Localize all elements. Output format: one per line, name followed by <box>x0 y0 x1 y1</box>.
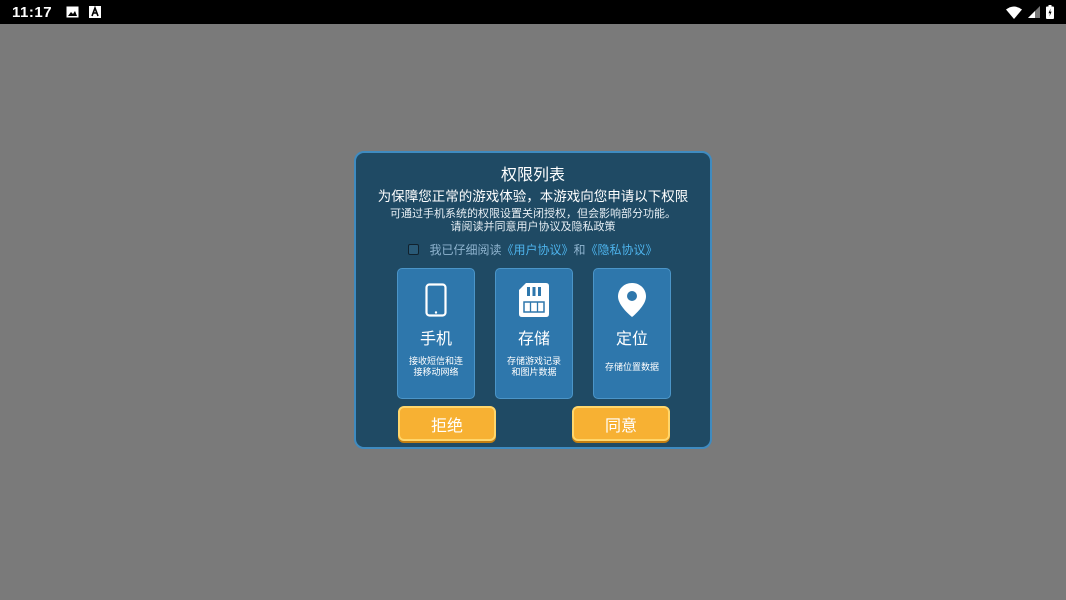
user-agreement-link[interactable]: 《用户协议》 <box>501 241 573 258</box>
permission-desc-line1: 接收短信和连 <box>408 357 463 367</box>
permission-desc: 存储游戏记录 和图片数据 <box>500 357 568 379</box>
permission-desc-line1: 存储游戏记录 <box>506 357 561 367</box>
permission-name: 定位 <box>615 329 648 348</box>
dialog-title: 权限列表 <box>500 165 565 184</box>
dialog-note: 可通过手机系统的权限设置关闭授权，但会影响部分功能。 请阅读并同意用户协议及隐私… <box>356 207 710 233</box>
location-pin-icon <box>594 283 670 319</box>
permission-desc-line2: 和图片数据 <box>511 368 557 378</box>
permission-card-phone: 手机 接收短信和连 接移动网络 <box>397 268 475 399</box>
reject-button[interactable]: 拒绝 <box>398 406 496 441</box>
agreement-prefix: 我已仔细阅读 <box>429 243 502 257</box>
dialog-note-line1: 可通过手机系统的权限设置关闭授权，但会影响部分功能。 <box>390 207 676 220</box>
text-a-icon <box>89 6 102 18</box>
permission-desc-line1: 存储位置数据 <box>604 363 659 373</box>
permission-card-location: 定位 存储位置数据 <box>593 268 671 399</box>
dialog-note-line2: 请阅读并同意用户协议及隐私政策 <box>450 220 616 233</box>
wifi-icon <box>1006 6 1022 19</box>
permission-card-storage: 存储 存储游戏记录 和图片数据 <box>495 268 573 399</box>
agreement-and: 和 <box>573 243 586 257</box>
permission-desc-line2: 接移动网络 <box>413 368 459 378</box>
status-right-icons <box>1006 5 1054 19</box>
permission-dialog: 权限列表 为保障您正常的游戏体验，本游戏向您申请以下权限 可通过手机系统的权限设… <box>354 151 712 449</box>
status-bar: 11:17 <box>0 0 1066 24</box>
agreement-row: 我已仔细阅读 《用户协议》 和 《隐私协议》 <box>356 241 710 258</box>
privacy-policy-link[interactable]: 《隐私协议》 <box>586 241 658 258</box>
status-time: 11:17 <box>12 3 53 21</box>
permission-name: 存储 <box>517 329 550 348</box>
permission-name: 手机 <box>419 329 452 348</box>
agreement-checkbox[interactable] <box>408 244 420 255</box>
status-left-icons <box>66 6 102 18</box>
battery-icon <box>1046 5 1054 19</box>
phone-icon <box>398 283 474 319</box>
permission-desc: 接收短信和连 接移动网络 <box>402 357 470 379</box>
signal-icon <box>1028 6 1040 18</box>
dialog-subtitle: 为保障您正常的游戏体验，本游戏向您申请以下权限 <box>377 189 689 205</box>
permission-desc: 存储位置数据 <box>598 363 666 374</box>
accept-button[interactable]: 同意 <box>572 406 670 441</box>
sd-card-icon <box>496 283 572 319</box>
image-icon <box>66 6 79 18</box>
